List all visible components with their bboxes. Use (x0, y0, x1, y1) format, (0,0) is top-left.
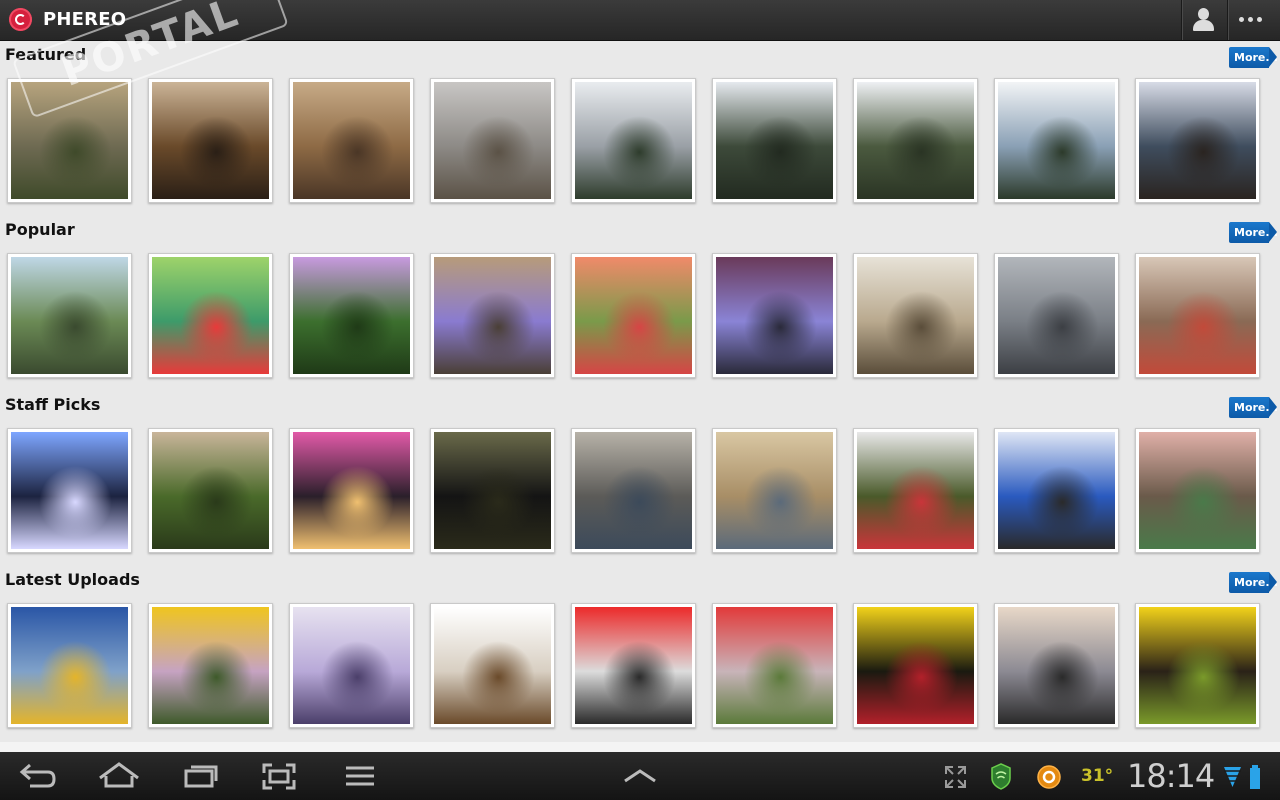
photo-thumbnail[interactable] (148, 603, 273, 728)
battery-icon (1250, 765, 1260, 789)
photo-image (11, 432, 128, 549)
photo-image (434, 257, 551, 374)
photo-image (716, 607, 833, 724)
photo-thumbnail[interactable] (571, 253, 696, 378)
photo-thumbnail[interactable] (712, 78, 837, 203)
more-button[interactable]: More... (1229, 222, 1278, 243)
photo-thumbnail[interactable] (571, 78, 696, 203)
photo-image (293, 257, 410, 374)
photo-thumbnail[interactable] (289, 253, 414, 378)
photo-thumbnail[interactable] (430, 78, 555, 203)
photo-image (716, 82, 833, 199)
photo-thumbnail[interactable] (853, 603, 978, 728)
photo-thumbnail[interactable] (430, 253, 555, 378)
photo-image (998, 607, 1115, 724)
photo-image (152, 82, 269, 199)
photo-thumbnail[interactable] (148, 78, 273, 203)
photo-thumbnail[interactable] (712, 253, 837, 378)
photo-thumbnail[interactable] (7, 78, 132, 203)
recent-apps-icon[interactable] (184, 765, 218, 788)
photo-thumbnail[interactable] (1135, 78, 1260, 203)
photo-thumbnail[interactable] (712, 603, 837, 728)
photo-thumbnail[interactable] (712, 428, 837, 553)
photo-thumbnail[interactable] (994, 253, 1119, 378)
photo-thumbnail[interactable] (571, 428, 696, 553)
app-title: PHEREO (43, 9, 127, 30)
photo-image (857, 607, 974, 724)
photo-thumbnail[interactable] (289, 603, 414, 728)
photo-thumbnail[interactable] (148, 253, 273, 378)
section-title: Popular (5, 220, 75, 239)
photo-image (575, 257, 692, 374)
back-icon[interactable] (19, 763, 56, 788)
photo-image (293, 432, 410, 549)
photo-image (575, 432, 692, 549)
notification-app-icon[interactable] (1037, 765, 1061, 789)
divider (0, 742, 1280, 752)
photo-thumbnail[interactable] (994, 428, 1119, 553)
photo-image (857, 432, 974, 549)
photo-thumbnail[interactable] (289, 78, 414, 203)
photo-image (857, 82, 974, 199)
photo-thumbnail[interactable] (994, 603, 1119, 728)
photo-image (998, 257, 1115, 374)
photo-image (11, 82, 128, 199)
photo-image (152, 257, 269, 374)
photo-image (998, 432, 1115, 549)
photo-image (152, 607, 269, 724)
menu-icon[interactable] (346, 766, 374, 786)
shield-icon[interactable] (991, 763, 1011, 790)
photo-thumbnail[interactable] (1135, 253, 1260, 378)
photo-image (293, 607, 410, 724)
photo-image (434, 432, 551, 549)
photo-thumbnail[interactable] (853, 428, 978, 553)
photo-thumbnail[interactable] (430, 428, 555, 553)
home-icon[interactable] (99, 762, 139, 788)
photo-image (1139, 432, 1256, 549)
photo-thumbnail[interactable] (571, 603, 696, 728)
photo-image (998, 82, 1115, 199)
section-title: Latest Uploads (5, 570, 140, 589)
photo-thumbnail[interactable] (148, 428, 273, 553)
profile-button[interactable] (1181, 0, 1226, 40)
photo-image (152, 432, 269, 549)
photo-image (434, 607, 551, 724)
temperature-text: 31° (1081, 766, 1114, 786)
screenshot-icon[interactable] (262, 763, 296, 790)
overflow-menu-button[interactable] (1227, 0, 1272, 40)
photo-image (857, 257, 974, 374)
photo-image (1139, 82, 1256, 199)
photo-thumbnail[interactable] (289, 428, 414, 553)
photo-image (11, 607, 128, 724)
photo-image (11, 257, 128, 374)
photo-image (434, 82, 551, 199)
photo-thumbnail[interactable] (430, 603, 555, 728)
section-title: Featured (5, 45, 87, 64)
fullscreen-icon[interactable] (945, 766, 966, 788)
photo-thumbnail[interactable] (1135, 428, 1260, 553)
more-button[interactable]: More... (1229, 397, 1278, 418)
photo-thumbnail[interactable] (1135, 603, 1260, 728)
action-bar: PHEREO (0, 0, 1280, 41)
wifi-icon (1224, 767, 1241, 787)
phereo-logo-icon[interactable] (9, 8, 32, 31)
photo-thumbnail[interactable] (853, 78, 978, 203)
photo-image (716, 432, 833, 549)
photo-image (293, 82, 410, 199)
photo-image (1139, 607, 1256, 724)
more-button[interactable]: More... (1229, 47, 1278, 68)
more-button[interactable]: More... (1229, 572, 1278, 593)
photo-thumbnail[interactable] (7, 253, 132, 378)
photo-image (575, 82, 692, 199)
section-title: Staff Picks (5, 395, 101, 414)
photo-thumbnail[interactable] (994, 78, 1119, 203)
photo-thumbnail[interactable] (7, 428, 132, 553)
photo-image (1139, 257, 1256, 374)
chevron-up-icon[interactable] (624, 769, 656, 783)
photo-thumbnail[interactable] (853, 253, 978, 378)
photo-image (716, 257, 833, 374)
photo-thumbnail[interactable] (7, 603, 132, 728)
photo-image (575, 607, 692, 724)
clock-text: 18:14 (1127, 757, 1215, 795)
